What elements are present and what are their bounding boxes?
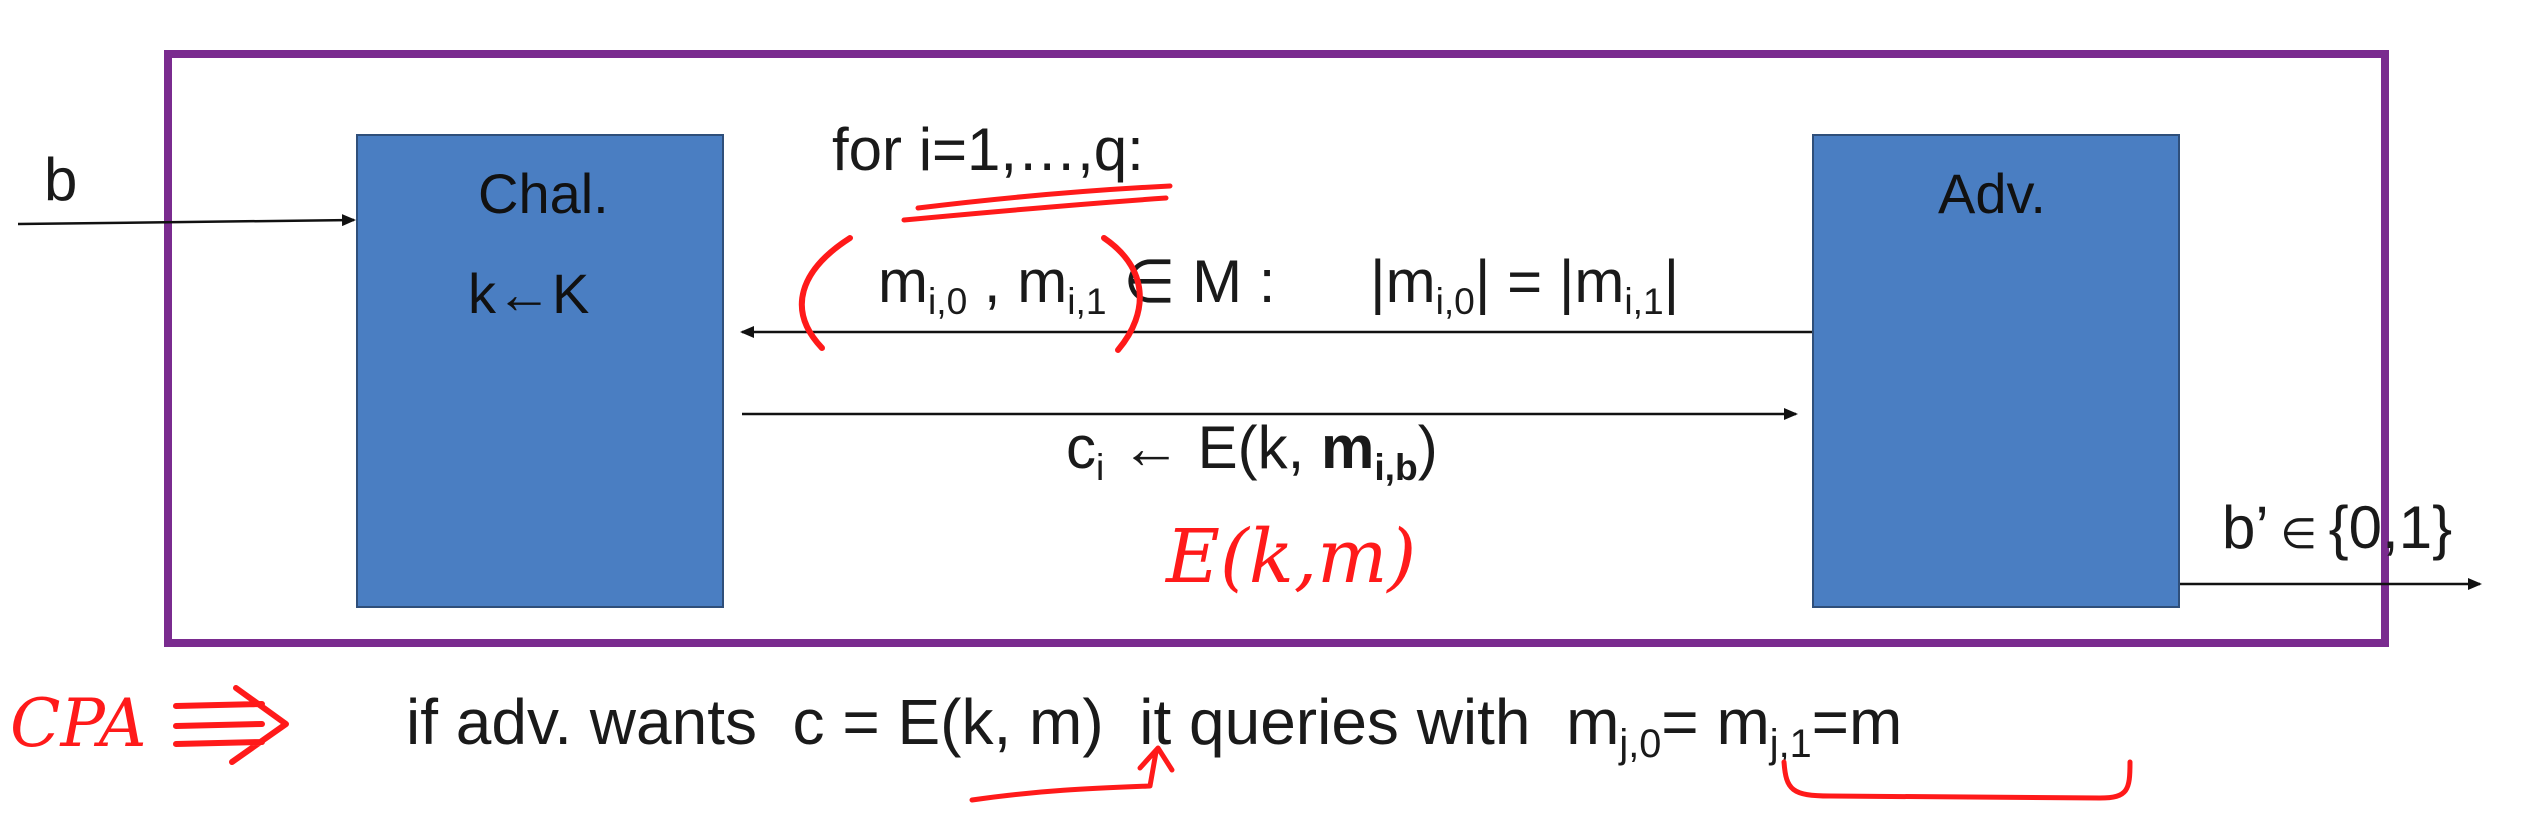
pointer-arrow-to-m — [969, 745, 1175, 803]
handwritten-E-note: E(k,m) — [1164, 514, 1416, 600]
handwritten-CPA-note: CPA — [10, 685, 147, 762]
bracket-under-query — [1781, 759, 2133, 801]
loop-underline-mark — [915, 183, 1173, 211]
handwritten-implies-arrow — [173, 685, 289, 765]
input-arrow — [17, 214, 356, 227]
loop-underline-mark-2 — [901, 195, 1169, 223]
